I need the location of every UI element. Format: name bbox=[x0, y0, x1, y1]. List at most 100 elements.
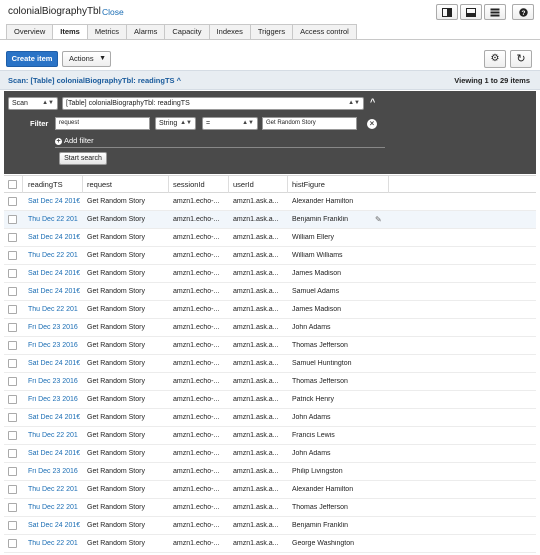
cell-readingts[interactable]: Sat Dec 24 201€ bbox=[28, 288, 82, 295]
table-row[interactable]: Fri Dec 23 2016 Get Random Story amzn1.ech… bbox=[4, 337, 536, 355]
add-filter-button[interactable]: + Add filter bbox=[55, 136, 94, 145]
cell-readingts[interactable]: Fri Dec 23 2016 bbox=[28, 342, 82, 349]
panel-full-icon[interactable] bbox=[484, 4, 506, 20]
row-checkbox[interactable] bbox=[8, 287, 17, 296]
row-checkbox[interactable] bbox=[8, 341, 17, 350]
select-all-checkbox[interactable] bbox=[8, 180, 17, 189]
cell-readingts[interactable]: Sat Dec 24 201€ bbox=[28, 270, 82, 277]
table-row[interactable]: Fri Dec 23 2016 Get Random Story amzn1.ech… bbox=[4, 319, 536, 337]
cell-readingts[interactable]: Fri Dec 23 2016 bbox=[28, 324, 82, 331]
table-row[interactable]: Sat Dec 24 201€ Get Random Story amzn1.ech… bbox=[4, 517, 536, 535]
table-row[interactable]: Fri Dec 23 2016 Get Random Story amzn1.ech… bbox=[4, 463, 536, 481]
row-checkbox[interactable] bbox=[8, 197, 17, 206]
row-checkbox[interactable] bbox=[8, 215, 17, 224]
row-checkbox[interactable] bbox=[8, 485, 17, 494]
remove-filter-icon[interactable]: × bbox=[367, 119, 377, 129]
row-checkbox[interactable] bbox=[8, 377, 17, 386]
cell-readingts[interactable]: Sat Dec 24 201€ bbox=[28, 522, 82, 529]
table-row[interactable]: Thu Dec 22 201 Get Random Story amzn1.echo… bbox=[4, 247, 536, 265]
table-row[interactable]: Sat Dec 24 201€ Get Random Story amzn1.ech… bbox=[4, 445, 536, 463]
gear-icon[interactable]: ⚙ bbox=[484, 50, 506, 68]
edit-pencil-icon[interactable]: ✎ bbox=[375, 215, 382, 224]
cell-readingts[interactable]: Thu Dec 22 201 bbox=[28, 252, 82, 259]
column-separator bbox=[22, 176, 23, 193]
column-header-userid[interactable]: userId bbox=[233, 180, 286, 189]
tab-overview[interactable]: Overview bbox=[6, 24, 53, 40]
scan-mode-select[interactable]: Scan ▲▼ bbox=[8, 97, 58, 110]
tab-metrics[interactable]: Metrics bbox=[86, 24, 127, 40]
tab-capacity[interactable]: Capacity bbox=[164, 24, 209, 40]
table-row[interactable]: Sat Dec 24 201€ Get Random Story amzn1.ech… bbox=[4, 283, 536, 301]
cell-readingts[interactable]: Sat Dec 24 201€ bbox=[28, 360, 82, 367]
filter-operator-select[interactable]: = ▲▼ bbox=[202, 117, 258, 130]
cell-readingts[interactable]: Sat Dec 24 201€ bbox=[28, 450, 82, 457]
cell-histfigure: Thomas Jefferson bbox=[292, 504, 348, 511]
row-checkbox[interactable] bbox=[8, 233, 17, 242]
row-checkbox[interactable] bbox=[8, 431, 17, 440]
tab-indexes[interactable]: Indexes bbox=[208, 24, 250, 40]
row-checkbox[interactable] bbox=[8, 251, 17, 260]
cell-readingts[interactable]: Fri Dec 23 2016 bbox=[28, 396, 82, 403]
table-row[interactable]: Thu Dec 22 201 Get Random Story amzn1.echo… bbox=[4, 499, 536, 517]
table-body: Sat Dec 24 201€ Get Random Story amzn1.ech… bbox=[4, 193, 536, 553]
row-checkbox[interactable] bbox=[8, 503, 17, 512]
table-row[interactable]: Sat Dec 24 201€ Get Random Story amzn1.ech… bbox=[4, 409, 536, 427]
cell-readingts[interactable]: Thu Dec 22 201 bbox=[28, 216, 82, 223]
filter-value-input[interactable]: Get Random Story bbox=[262, 117, 357, 130]
row-checkbox[interactable] bbox=[8, 539, 17, 548]
row-checkbox[interactable] bbox=[8, 521, 17, 530]
column-header-request[interactable]: request bbox=[87, 180, 167, 189]
table-row[interactable]: Thu Dec 22 201 Get Random Story amzn1.echo… bbox=[4, 481, 536, 499]
tab-access-control[interactable]: Access control bbox=[292, 24, 357, 40]
actions-dropdown[interactable]: Actions ▼ bbox=[62, 51, 111, 67]
cell-readingts[interactable]: Fri Dec 23 2016 bbox=[28, 468, 82, 475]
table-row[interactable]: Fri Dec 23 2016 Get Random Story amzn1.ech… bbox=[4, 391, 536, 409]
tab-alarms[interactable]: Alarms bbox=[126, 24, 165, 40]
table-row[interactable]: Sat Dec 24 201€ Get Random Story amzn1.ech… bbox=[4, 193, 536, 211]
panel-bottom-icon[interactable] bbox=[460, 4, 482, 20]
panel-right-icon[interactable] bbox=[436, 4, 458, 20]
row-checkbox[interactable] bbox=[8, 395, 17, 404]
row-checkbox[interactable] bbox=[8, 323, 17, 332]
scan-target-select[interactable]: [Table] colonialBiographyTbl: readingTS … bbox=[62, 97, 364, 110]
cell-readingts[interactable]: Thu Dec 22 201 bbox=[28, 306, 82, 313]
scan-summary-toggle[interactable]: Scan: [Table] colonialBiographyTbl: read… bbox=[8, 76, 181, 85]
table-row[interactable]: Thu Dec 22 201 Get Random Story amzn1.echo… bbox=[4, 211, 536, 229]
row-checkbox[interactable] bbox=[8, 305, 17, 314]
tab-triggers[interactable]: Triggers bbox=[249, 24, 293, 40]
row-checkbox[interactable] bbox=[8, 467, 17, 476]
start-search-button[interactable]: Start search bbox=[59, 152, 107, 165]
row-checkbox[interactable] bbox=[8, 413, 17, 422]
table-row[interactable]: Thu Dec 22 201 Get Random Story amzn1.echo… bbox=[4, 301, 536, 319]
row-checkbox[interactable] bbox=[8, 269, 17, 278]
refresh-icon[interactable]: ↻ bbox=[510, 50, 532, 68]
column-header-histfigure[interactable]: histFigure bbox=[292, 180, 382, 189]
filter-type-select[interactable]: String ▲▼ bbox=[155, 117, 196, 130]
tab-items[interactable]: Items bbox=[52, 24, 87, 40]
cell-readingts[interactable]: Thu Dec 22 201 bbox=[28, 432, 82, 439]
cell-histfigure: John Adams bbox=[292, 414, 331, 421]
table-row[interactable]: Sat Dec 24 201€ Get Random Story amzn1.ech… bbox=[4, 265, 536, 283]
column-header-sessionid[interactable]: sessionId bbox=[173, 180, 228, 189]
table-row[interactable]: Thu Dec 22 201 Get Random Story amzn1.echo… bbox=[4, 427, 536, 445]
filter-attribute-input[interactable]: request bbox=[55, 117, 150, 130]
cell-sessionid: amzn1.echo-... bbox=[173, 540, 220, 547]
collapse-panel-icon[interactable]: ^ bbox=[370, 97, 375, 107]
table-row[interactable]: Thu Dec 22 201 Get Random Story amzn1.echo… bbox=[4, 535, 536, 553]
cell-readingts[interactable]: Sat Dec 24 201€ bbox=[28, 414, 82, 421]
table-row[interactable]: Fri Dec 23 2016 Get Random Story amzn1.ech… bbox=[4, 373, 536, 391]
cell-readingts[interactable]: Thu Dec 22 201 bbox=[28, 504, 82, 511]
row-checkbox[interactable] bbox=[8, 449, 17, 458]
cell-readingts[interactable]: Thu Dec 22 201 bbox=[28, 540, 82, 547]
cell-readingts[interactable]: Sat Dec 24 201€ bbox=[28, 234, 82, 241]
table-row[interactable]: Sat Dec 24 201€ Get Random Story amzn1.ech… bbox=[4, 355, 536, 373]
close-link[interactable]: Close bbox=[102, 7, 124, 17]
cell-readingts[interactable]: Thu Dec 22 201 bbox=[28, 486, 82, 493]
table-row[interactable]: Sat Dec 24 201€ Get Random Story amzn1.ech… bbox=[4, 229, 536, 247]
create-item-button[interactable]: Create item bbox=[6, 51, 58, 67]
column-header-readingts[interactable]: readingTS bbox=[28, 180, 82, 189]
row-checkbox[interactable] bbox=[8, 359, 17, 368]
help-icon[interactable]: ? bbox=[512, 4, 534, 20]
cell-readingts[interactable]: Sat Dec 24 201€ bbox=[28, 198, 82, 205]
cell-readingts[interactable]: Fri Dec 23 2016 bbox=[28, 378, 82, 385]
